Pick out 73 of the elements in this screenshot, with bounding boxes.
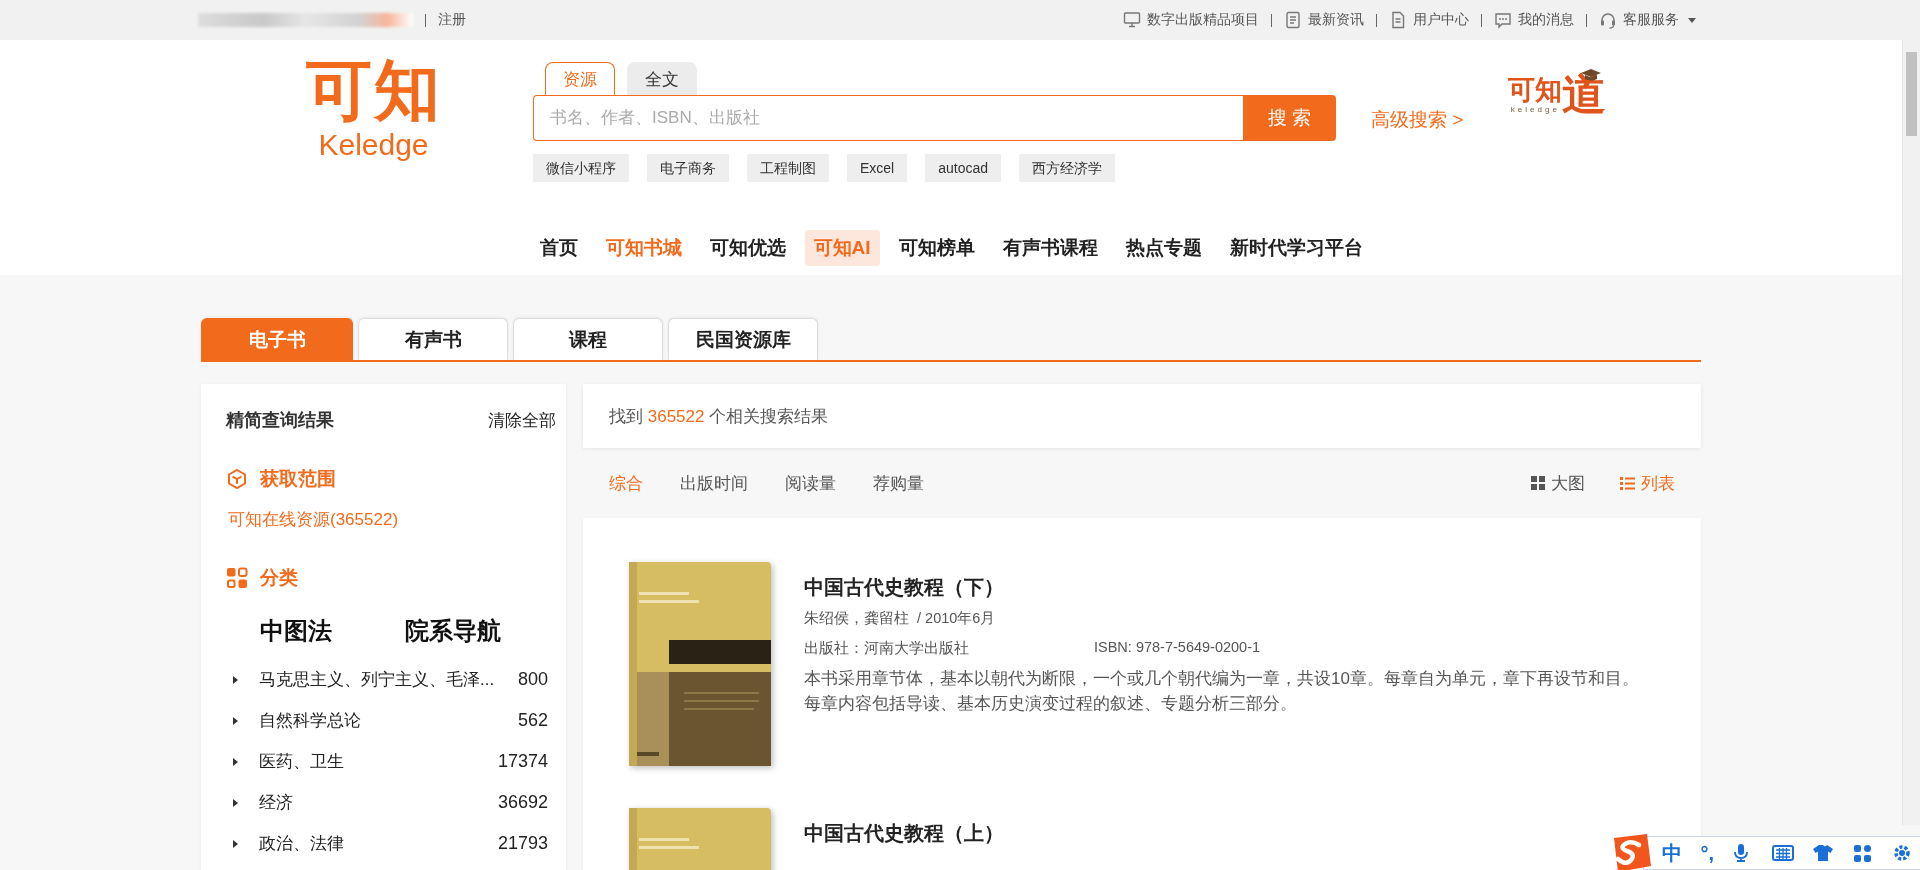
grid-icon	[226, 567, 248, 589]
chat-bubble-icon	[1494, 11, 1512, 29]
expand-triangle-icon[interactable]	[230, 756, 240, 767]
book-title-link[interactable]: 中国古代史教程（下）	[804, 574, 1655, 601]
headset-icon	[1599, 11, 1617, 29]
category-link[interactable]: 马克思主义、列宁主义、毛泽...	[259, 668, 518, 691]
nav-link[interactable]: 热点专题	[1116, 230, 1211, 266]
nav-link[interactable]: 新时代学习平台	[1220, 230, 1372, 266]
category-count: 562	[517, 710, 548, 731]
hot-tag[interactable]: 微信小程序	[533, 154, 629, 182]
expand-triangle-icon[interactable]	[230, 797, 240, 808]
list-icon	[1620, 476, 1635, 490]
category-link[interactable]: 经济	[259, 791, 498, 814]
category-count: 800	[517, 669, 548, 690]
resource-tab[interactable]: 民国资源库	[668, 318, 818, 360]
top-link[interactable]: 客服服务	[1599, 11, 1697, 29]
sort-option[interactable]: 阅读量	[785, 471, 836, 495]
nav-link[interactable]: 可知优选	[700, 230, 795, 266]
sort-option[interactable]: 出版时间	[680, 471, 748, 495]
expand-triangle-icon[interactable]	[230, 838, 240, 849]
scrollbar-track[interactable]	[1902, 40, 1920, 825]
apps-icon[interactable]	[1852, 843, 1874, 863]
expand-triangle-icon[interactable]	[230, 674, 240, 685]
monitor-icon	[1123, 11, 1141, 29]
clear-all-link[interactable]: 清除全部	[488, 408, 556, 432]
book-title-link[interactable]: 中国古代史教程（上）	[804, 820, 1655, 847]
resource-tab[interactable]: 课程	[513, 318, 663, 360]
result-count-text: 找到 365522 个相关搜索结果	[609, 405, 829, 428]
book-description: 本书采用章节体，基本以朝代为断限，一个或几个朝代编为一章，共设10章。每章自为单元，章下再设节和目。每章内容包括导读、基本历史演变过程的叙述、专题分析三部分。	[804, 668, 1640, 715]
section-title: 分类	[260, 566, 298, 590]
ime-mode-toggle[interactable]: °,	[1700, 841, 1714, 865]
keyboard-icon[interactable]	[1772, 843, 1794, 863]
search-tab[interactable]: 全文	[627, 62, 697, 95]
newspaper-icon	[1284, 11, 1302, 29]
resource-tab[interactable]: 有声书	[358, 318, 508, 360]
classification-tab[interactable]: 中图法	[260, 615, 332, 647]
logo-text: 可知	[305, 54, 442, 126]
view-toggle[interactable]: 大图	[1531, 471, 1585, 495]
ime-mode-toggle[interactable]: 中	[1662, 839, 1683, 867]
category-link[interactable]: 医药、卫生	[259, 750, 498, 773]
top-link[interactable]: 最新资讯	[1284, 11, 1364, 29]
book-publisher: 出版社：河南大学出版社	[804, 639, 970, 658]
expand-triangle-icon[interactable]	[230, 715, 240, 726]
top-link[interactable]: 数字出版精品项目	[1123, 11, 1259, 29]
search-field[interactable]: 书名、作者、ISBN、出版社	[533, 95, 1243, 141]
sort-option[interactable]: 荐购量	[873, 471, 924, 495]
category-count: 21793	[497, 833, 548, 854]
cube-icon	[226, 468, 248, 490]
category-link[interactable]: 政治、法律	[259, 832, 498, 855]
hot-tag[interactable]: 工程制图	[747, 154, 829, 182]
nav-link[interactable]: 有声书课程	[993, 230, 1107, 266]
category-link[interactable]: 自然科学总论	[259, 709, 518, 732]
hot-tag[interactable]: 西方经济学	[1019, 154, 1116, 182]
category-count: 36692	[497, 792, 548, 813]
logo-subtext: Keledge	[318, 128, 429, 162]
category-count: 17374	[497, 751, 548, 772]
classification-tab[interactable]: 院系导航	[405, 615, 501, 647]
nav-link[interactable]: 可知榜单	[889, 230, 984, 266]
top-link[interactable]: 用户中心	[1389, 11, 1469, 29]
hot-tag[interactable]: Excel	[847, 154, 908, 182]
document-icon	[1389, 11, 1407, 29]
scrollbar-thumb[interactable]	[1906, 52, 1917, 136]
hot-tag[interactable]: 电子商务	[647, 154, 729, 182]
grid-icon	[1531, 476, 1545, 490]
top-link[interactable]: 我的消息	[1494, 11, 1574, 29]
book-isbn: ISBN: 978-7-5649-0200-1	[1094, 639, 1261, 657]
register-link[interactable]: 注册	[438, 11, 466, 29]
section-title: 获取范围	[260, 467, 336, 491]
book-byline: 朱绍侯，龚留柱 / 2010年6月	[804, 609, 997, 628]
nav-link[interactable]: 首页	[530, 230, 587, 266]
panel-title: 精简查询结果	[226, 409, 334, 432]
hot-tag[interactable]: autocad	[925, 154, 1002, 182]
shirt-icon[interactable]	[1812, 843, 1834, 863]
